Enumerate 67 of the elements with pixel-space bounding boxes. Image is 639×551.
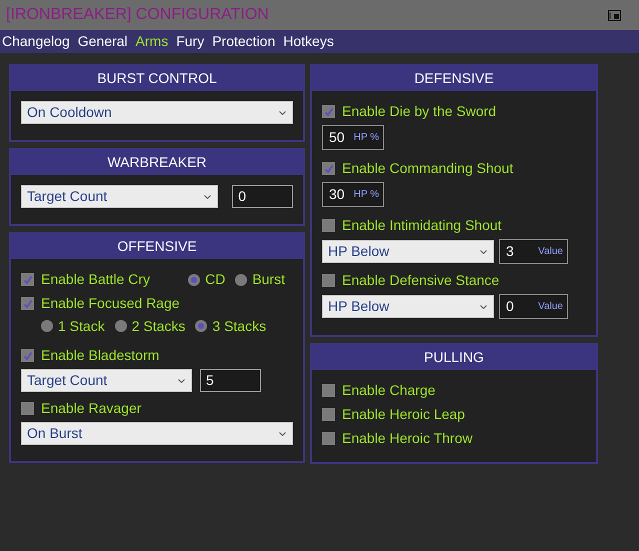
checkbox-label: Enable Ravager: [41, 399, 142, 418]
checkbox-label: Enable Charge: [342, 381, 436, 400]
checkbox-label: Enable Defensive Stance: [342, 271, 500, 290]
checkbox[interactable]: [322, 432, 335, 445]
dropdown[interactable]: Target Count: [21, 369, 192, 392]
unit-label: Value: [538, 245, 563, 259]
unit-label: Value: [538, 300, 563, 314]
radio-button[interactable]: [114, 320, 127, 332]
panel-title: OFFENSIVE: [11, 234, 303, 259]
chevron-down-icon: [480, 250, 487, 254]
number-field[interactable]: 3 Value: [499, 239, 568, 264]
dropdown[interactable]: HP Below: [322, 295, 494, 318]
number-field[interactable]: 0 Value: [499, 294, 568, 319]
window-icon[interactable]: [608, 10, 621, 20]
panel-title: DEFENSIVE: [312, 66, 596, 91]
checkbox-label: Enable Battle Cry: [41, 270, 150, 289]
radio-button[interactable]: [235, 274, 248, 286]
unit-label: HP %: [354, 188, 379, 202]
panel-title: PULLING: [312, 345, 596, 370]
radio-label: 1 Stack: [58, 316, 105, 336]
checkbox-label: Enable Die by the Sword: [342, 102, 496, 121]
unit-label: HP %: [354, 131, 379, 145]
number-field[interactable]: 5: [200, 369, 261, 392]
chevron-down-icon: [204, 194, 212, 198]
panel-title: WARBREAKER: [11, 150, 303, 175]
radio-label: 2 Stacks: [132, 316, 186, 336]
checkbox-label: Enable Intimidating Shout: [342, 216, 502, 235]
checkbox[interactable]: [322, 384, 335, 397]
tab[interactable]: Protection: [212, 31, 276, 52]
tab[interactable]: General: [78, 31, 128, 52]
checkbox[interactable]: [322, 408, 335, 421]
checkbox-label: Enable Focused Rage: [41, 294, 180, 313]
number-field[interactable]: 50 HP %: [322, 125, 384, 150]
number-field[interactable]: 30 HP %: [322, 182, 384, 207]
chevron-down-icon: [178, 378, 185, 382]
radio-label: CD: [205, 270, 226, 289]
radio-button[interactable]: [41, 320, 53, 332]
checkbox-label: Enable Heroic Leap: [342, 405, 465, 424]
tab[interactable]: Changelog: [2, 31, 70, 52]
checkbox[interactable]: [322, 162, 335, 175]
dropdown[interactable]: HP Below: [322, 240, 494, 263]
checkbox-label: Enable Bladestorm: [41, 346, 160, 365]
radio-button[interactable]: [188, 274, 200, 286]
radio-label: Burst: [252, 270, 285, 289]
radio-label: 3 Stacks: [212, 316, 266, 336]
radio-button[interactable]: [195, 320, 208, 332]
dropdown[interactable]: On Burst: [21, 422, 293, 445]
dropdown[interactable]: On Cooldown: [21, 101, 293, 124]
chevron-down-icon: [279, 110, 286, 114]
checkbox[interactable]: [21, 273, 34, 286]
tab[interactable]: Fury: [176, 31, 204, 52]
checkbox[interactable]: [21, 297, 34, 310]
chevron-down-icon: [279, 432, 286, 436]
checkbox[interactable]: [21, 349, 34, 362]
tab[interactable]: Arms: [136, 31, 168, 52]
checkbox-label: Enable Heroic Throw: [342, 429, 472, 448]
chevron-down-icon: [480, 304, 487, 308]
dropdown[interactable]: Target Count: [21, 185, 218, 208]
number-field[interactable]: 0: [232, 185, 293, 208]
checkbox-label: Enable Commanding Shout: [342, 159, 514, 178]
checkbox[interactable]: [322, 219, 335, 232]
tab[interactable]: Hotkeys: [283, 31, 334, 52]
panel-title: BURST CONTROL: [11, 66, 303, 91]
window-title: [IRONBREAKER] CONFIGURATION: [6, 5, 269, 25]
checkbox[interactable]: [322, 274, 335, 287]
checkbox[interactable]: [21, 402, 34, 415]
checkbox[interactable]: [322, 105, 335, 118]
